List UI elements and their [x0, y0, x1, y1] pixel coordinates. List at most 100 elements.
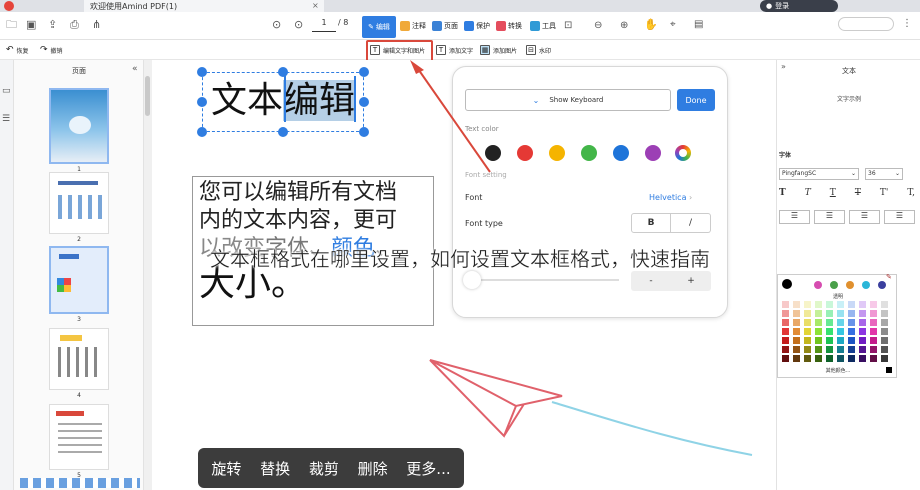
thumbnail-page-2[interactable]	[49, 172, 109, 234]
scroll-thumb[interactable]	[145, 76, 150, 116]
palette-swatch[interactable]	[870, 328, 877, 335]
palette-swatch[interactable]	[793, 346, 800, 353]
font-family-select[interactable]: PingfangSC ⌄	[779, 168, 859, 180]
more-icon[interactable]: ⋮	[902, 17, 912, 31]
palette-swatch[interactable]	[826, 319, 833, 326]
thumbnail-scrollbar[interactable]	[144, 60, 152, 490]
arrow-down-icon[interactable]: ⊙	[294, 18, 303, 32]
align-center-button[interactable]: ☰	[814, 210, 845, 224]
color-swatch[interactable]	[886, 367, 892, 373]
palette-swatch[interactable]	[870, 319, 877, 326]
convert-button[interactable]: 转换	[496, 19, 522, 33]
palette-swatch[interactable]	[826, 355, 833, 362]
arrow-up-icon[interactable]: ⊙	[272, 18, 281, 32]
palette-swatch[interactable]	[859, 337, 866, 344]
palette-swatch[interactable]	[870, 346, 877, 353]
add-image-button[interactable]: ▦ 添加图片	[480, 43, 517, 57]
color-swatch[interactable]	[814, 281, 822, 289]
palette-swatch[interactable]	[815, 346, 822, 353]
palette-swatch[interactable]	[804, 301, 811, 308]
palette-swatch[interactable]	[815, 301, 822, 308]
fit-page-icon[interactable]: ⊡	[564, 19, 572, 33]
color-palette-grid[interactable]	[782, 301, 894, 365]
palette-swatch[interactable]	[782, 319, 789, 326]
palette-swatch[interactable]	[826, 337, 833, 344]
save-icon[interactable]: ▣	[26, 18, 36, 32]
palette-swatch[interactable]	[881, 346, 888, 353]
palette-swatch[interactable]	[782, 337, 789, 344]
close-tab-icon[interactable]: ×	[312, 1, 319, 10]
add-text-button[interactable]: T 添加文字	[436, 43, 473, 57]
palette-swatch[interactable]	[804, 355, 811, 362]
palette-swatch[interactable]	[859, 346, 866, 353]
palette-swatch[interactable]	[815, 319, 822, 326]
watermark-button[interactable]: ⊟ 水印	[526, 43, 551, 57]
palette-swatch[interactable]	[837, 310, 844, 317]
color-swatch[interactable]	[862, 281, 870, 289]
palette-swatch[interactable]	[815, 337, 822, 344]
palette-swatch[interactable]	[815, 328, 822, 335]
color-swatch[interactable]	[846, 281, 854, 289]
palette-swatch[interactable]	[848, 337, 855, 344]
align-left-button[interactable]: ☰	[779, 210, 810, 224]
palette-swatch[interactable]	[837, 355, 844, 362]
palette-swatch[interactable]	[804, 346, 811, 353]
selected-color-swatch[interactable]	[782, 279, 792, 289]
more-colors-link[interactable]: 其他颜色...	[778, 367, 898, 374]
thumbnail-page-1[interactable]	[49, 88, 109, 164]
palette-swatch[interactable]	[826, 328, 833, 335]
palette-swatch[interactable]	[881, 310, 888, 317]
palette-swatch[interactable]	[793, 328, 800, 335]
palette-swatch[interactable]	[870, 337, 877, 344]
annotate-button[interactable]: 注释	[400, 19, 426, 33]
sidebar-toggle-icon[interactable]: ▤	[694, 18, 703, 32]
delete-button[interactable]: 删除	[358, 458, 388, 479]
text-style-button[interactable]: T	[830, 188, 836, 198]
palette-swatch[interactable]	[782, 310, 789, 317]
palette-swatch[interactable]	[815, 310, 822, 317]
palette-swatch[interactable]	[782, 328, 789, 335]
palette-swatch[interactable]	[804, 310, 811, 317]
protect-button[interactable]: 保护	[464, 19, 490, 33]
palette-swatch[interactable]	[804, 337, 811, 344]
eyedropper-icon[interactable]: ✎	[886, 273, 892, 281]
palette-swatch[interactable]	[793, 301, 800, 308]
page-number-input[interactable]: 1	[312, 18, 336, 32]
document-tab[interactable]: 欢迎使用Amind PDF(1)	[84, 0, 324, 12]
replace-button[interactable]: 替换	[260, 458, 290, 479]
palette-swatch[interactable]	[782, 346, 789, 353]
palette-swatch[interactable]	[859, 310, 866, 317]
outline-icon[interactable]: ☰	[2, 112, 10, 126]
palette-swatch[interactable]	[859, 301, 866, 308]
tools-button[interactable]: 工具	[530, 19, 556, 33]
font-size-select[interactable]: 36 ⌄	[865, 168, 903, 180]
palette-swatch[interactable]	[793, 319, 800, 326]
palette-swatch[interactable]	[881, 328, 888, 335]
login-button[interactable]: ● 登录	[760, 0, 838, 12]
palette-swatch[interactable]	[848, 319, 855, 326]
palette-swatch[interactable]	[870, 355, 877, 362]
color-swatch[interactable]	[878, 281, 886, 289]
text-style-button[interactable]: T	[779, 188, 786, 198]
palette-swatch[interactable]	[848, 328, 855, 335]
palette-swatch[interactable]	[793, 310, 800, 317]
thumbnail-page-5[interactable]	[49, 404, 109, 470]
palette-swatch[interactable]	[782, 355, 789, 362]
align-justify-button[interactable]: ☰	[884, 210, 915, 224]
select-icon[interactable]: ⌖	[670, 18, 676, 32]
page-view-icon[interactable]: ▭	[2, 84, 11, 98]
color-swatch[interactable]	[830, 281, 838, 289]
palette-swatch[interactable]	[793, 337, 800, 344]
palette-swatch[interactable]	[881, 319, 888, 326]
palette-swatch[interactable]	[881, 337, 888, 344]
text-style-button[interactable]: T	[855, 188, 861, 198]
palette-swatch[interactable]	[804, 328, 811, 335]
text-style-button[interactable]: T	[805, 188, 811, 198]
palette-swatch[interactable]	[826, 346, 833, 353]
folder-icon[interactable]: 🗀	[6, 18, 17, 32]
redo-button[interactable]: ↷ 撤销	[40, 43, 63, 57]
export-icon[interactable]: ⇪	[48, 18, 57, 32]
print-icon[interactable]: ⎙	[70, 18, 79, 32]
palette-swatch[interactable]	[837, 319, 844, 326]
palette-swatch[interactable]	[881, 355, 888, 362]
